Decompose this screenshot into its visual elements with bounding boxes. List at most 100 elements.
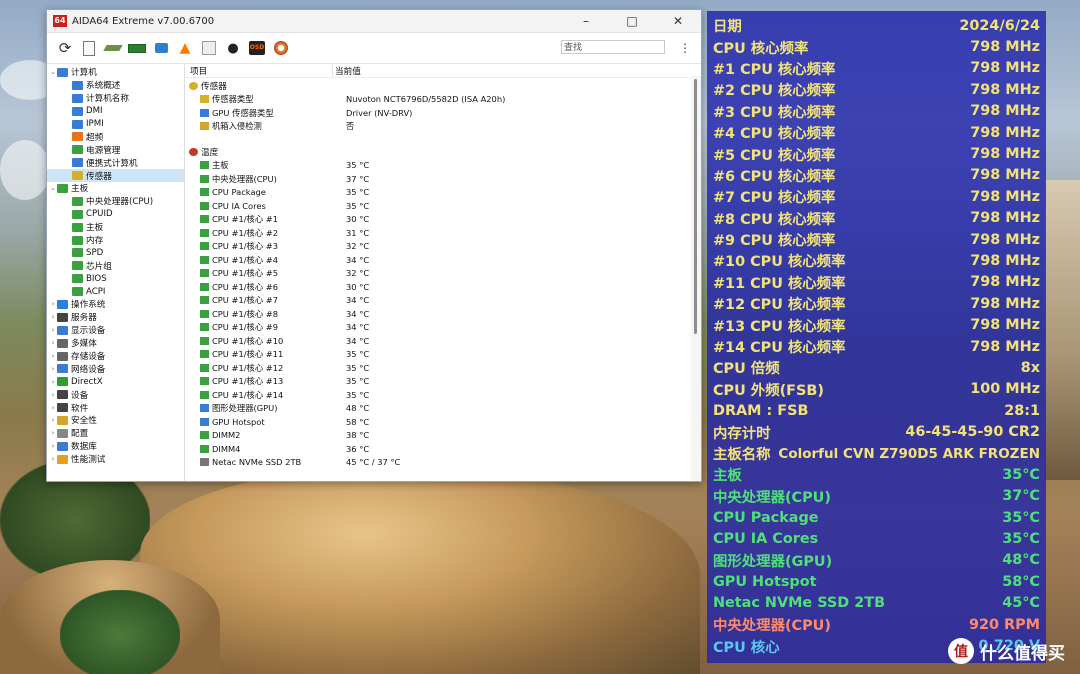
expand-arrow-icon[interactable]: ›	[49, 378, 57, 386]
tree-item[interactable]: 内存	[47, 234, 184, 247]
list-row[interactable]: CPU #1/核心 #7 34 °C	[186, 294, 691, 308]
report-icon[interactable]	[80, 39, 98, 57]
tree-item[interactable]: › 配置	[47, 427, 184, 440]
list-row[interactable]: CPU #1/核心 #13 35 °C	[186, 375, 691, 389]
minimize-button[interactable]: –	[563, 10, 609, 32]
list-row[interactable]: CPU #1/核心 #2 31 °C	[186, 226, 691, 240]
list-row[interactable]: DIMM4 36 °C	[186, 442, 691, 456]
tree-item-icon	[72, 80, 83, 90]
list-row[interactable]: CPU #1/核心 #8 34 °C	[186, 307, 691, 321]
tree-item[interactable]: DMI	[47, 105, 184, 118]
flame-icon[interactable]: ▲	[176, 39, 194, 57]
tree-item[interactable]: › 显示设备	[47, 324, 184, 337]
chip-icon[interactable]	[200, 39, 218, 57]
osd-icon[interactable]: OSD	[248, 39, 266, 57]
network-icon[interactable]	[152, 39, 170, 57]
gauge-icon[interactable]	[272, 39, 290, 57]
osd-label: 中央处理器(CPU)	[713, 489, 831, 506]
tree-item[interactable]: › 操作系统	[47, 298, 184, 311]
expand-arrow-icon[interactable]: ›	[49, 416, 57, 424]
osd-row: #11 CPU 核心频率 798 MHz	[707, 272, 1046, 293]
list-row[interactable]: CPU IA Cores 35 °C	[186, 199, 691, 213]
more-menu-icon[interactable]: ⋮	[679, 41, 691, 55]
tree-item[interactable]: 超频	[47, 130, 184, 143]
expand-arrow-icon[interactable]: ›	[49, 313, 57, 321]
expand-arrow-icon[interactable]: ›	[49, 326, 57, 334]
user-icon[interactable]: ●	[224, 39, 242, 57]
expand-arrow-icon[interactable]: ›	[49, 391, 57, 399]
search-input[interactable]: 查找	[561, 40, 665, 54]
tree-item[interactable]: ACPI	[47, 285, 184, 298]
tree-item[interactable]: 主板	[47, 221, 184, 234]
list-row[interactable]: GPU Hotspot 58 °C	[186, 415, 691, 429]
expand-arrow-icon[interactable]: ›	[49, 352, 57, 360]
motherboard-icon[interactable]	[103, 39, 123, 57]
list-row[interactable]: 传感器类型 Nuvoton NCT6796D/5582D (ISA A20h)	[186, 93, 691, 107]
list-row[interactable]: CPU #1/核心 #6 30 °C	[186, 280, 691, 294]
close-button[interactable]: ✕	[655, 10, 701, 32]
tree-item[interactable]: 计算机名称	[47, 92, 184, 105]
vertical-scrollbar[interactable]	[691, 76, 701, 481]
list-row[interactable]: DIMM2 38 °C	[186, 429, 691, 443]
tree-item-label: 网络设备	[71, 364, 106, 375]
navigation-tree[interactable]: ⌄ 计算机 系统概述 计算机名称 DMI IPMI 超频 电源管理 便携式计算机 传感器 ⌄ 主板 中央…	[47, 64, 185, 481]
expand-arrow-icon[interactable]: ›	[49, 339, 57, 347]
tree-item[interactable]: › 网络设备	[47, 362, 184, 375]
title-bar[interactable]: 64 AIDA64 Extreme v7.00.6700 – □ ✕	[47, 10, 701, 33]
collapse-arrow-icon[interactable]: ⌄	[49, 184, 57, 192]
tree-item[interactable]: › 设备	[47, 388, 184, 401]
list-row[interactable]: CPU #1/核心 #5 32 °C	[186, 267, 691, 281]
maximize-button[interactable]: □	[609, 10, 655, 32]
list-row[interactable]: CPU #1/核心 #11 35 °C	[186, 348, 691, 362]
tree-item[interactable]: › 软件	[47, 401, 184, 414]
tree-item[interactable]: 系统概述	[47, 79, 184, 92]
list-row[interactable]: CPU #1/核心 #3 32 °C	[186, 240, 691, 254]
list-row[interactable]: CPU #1/核心 #10 34 °C	[186, 334, 691, 348]
tree-item[interactable]: 传感器	[47, 169, 184, 183]
tree-item[interactable]: › 存储设备	[47, 350, 184, 363]
tree-item[interactable]: › 数据库	[47, 440, 184, 453]
tree-item[interactable]: ⌄ 主板	[47, 182, 184, 195]
list-row[interactable]: 中央处理器(CPU) 37 °C	[186, 172, 691, 186]
expand-arrow-icon[interactable]: ›	[49, 365, 57, 373]
tree-item[interactable]: › 安全性	[47, 414, 184, 427]
list-row[interactable]: CPU #1/核心 #1 30 °C	[186, 213, 691, 227]
collapse-arrow-icon[interactable]: ⌄	[49, 68, 57, 76]
expand-arrow-icon[interactable]: ›	[49, 300, 57, 308]
expand-arrow-icon[interactable]: ›	[49, 455, 57, 463]
scrollbar-thumb[interactable]	[694, 79, 697, 334]
list-row[interactable]: GPU 传感器类型 Driver (NV-DRV)	[186, 106, 691, 120]
list-row[interactable]: 图形处理器(GPU) 48 °C	[186, 402, 691, 416]
list-row[interactable]: CPU #1/核心 #9 34 °C	[186, 321, 691, 335]
list-row[interactable]: 主板 35 °C	[186, 159, 691, 173]
tree-item[interactable]: › DirectX	[47, 375, 184, 388]
row-name-cell: 机箱入侵检测	[186, 120, 340, 132]
column-header-item[interactable]: 项目	[186, 65, 332, 77]
tree-item[interactable]: 电源管理	[47, 143, 184, 156]
column-header-value[interactable]: 当前值	[332, 64, 600, 77]
row-name-cell: 主板	[186, 159, 340, 171]
expand-arrow-icon[interactable]: ›	[49, 404, 57, 412]
expand-arrow-icon[interactable]: ›	[49, 442, 57, 450]
tree-item[interactable]: ⌄ 计算机	[47, 66, 184, 79]
tree-item[interactable]: BIOS	[47, 272, 184, 285]
list-row[interactable]: CPU #1/核心 #14 35 °C	[186, 388, 691, 402]
tree-item[interactable]: SPD	[47, 246, 184, 259]
list-row[interactable]: CPU #1/核心 #4 34 °C	[186, 253, 691, 267]
osd-label: #14 CPU 核心频率	[713, 340, 846, 357]
refresh-icon[interactable]: ⟳	[56, 39, 74, 57]
expand-arrow-icon[interactable]: ›	[49, 429, 57, 437]
tree-item[interactable]: 便携式计算机	[47, 156, 184, 169]
list-row[interactable]: 机箱入侵检测 否	[186, 120, 691, 134]
tree-item[interactable]: › 多媒体	[47, 337, 184, 350]
tree-item[interactable]: CPUID	[47, 208, 184, 221]
list-row[interactable]: CPU Package 35 °C	[186, 186, 691, 200]
tree-item[interactable]: 芯片组	[47, 259, 184, 272]
tree-item[interactable]: IPMI	[47, 118, 184, 131]
memory-icon[interactable]	[128, 39, 146, 57]
list-row[interactable]: CPU #1/核心 #12 35 °C	[186, 361, 691, 375]
list-row[interactable]: Netac NVMe SSD 2TB 45 °C / 37 °C	[186, 456, 691, 470]
tree-item[interactable]: › 性能测试	[47, 453, 184, 466]
tree-item[interactable]: 中央处理器(CPU)	[47, 195, 184, 208]
tree-item[interactable]: › 服务器	[47, 311, 184, 324]
